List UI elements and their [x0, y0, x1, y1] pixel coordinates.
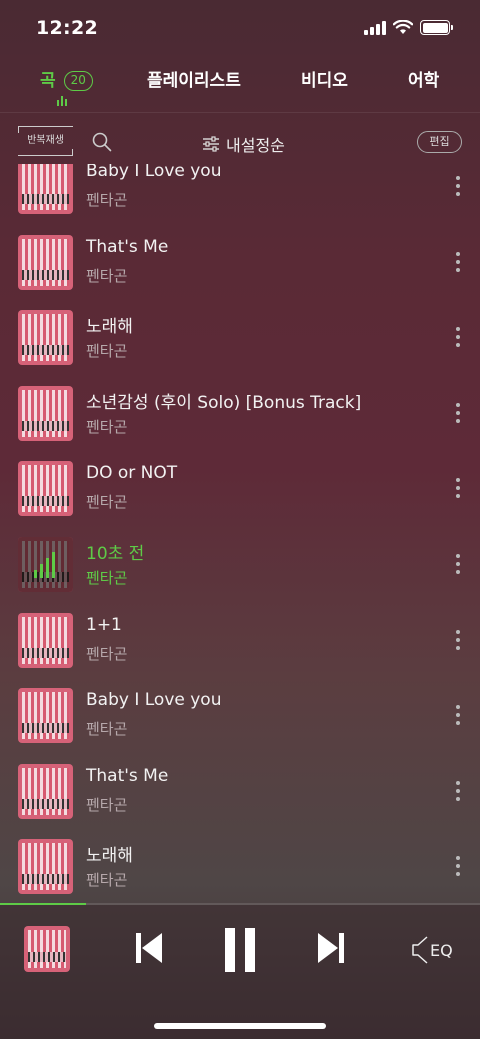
song-artist: 펜타곤	[86, 871, 128, 890]
list-toolbar: 반복재생 내설정순 편집	[0, 122, 480, 164]
song-title: Baby I Love you	[86, 164, 222, 181]
song-row[interactable]: Baby I Love you 펜타곤	[0, 688, 480, 763]
album-artwork	[18, 763, 73, 819]
song-row[interactable]: 노래해펜타곤	[0, 310, 480, 385]
tab-songs-count: 20	[63, 71, 93, 91]
more-icon[interactable]	[456, 705, 460, 726]
sort-label: 내설정순	[226, 136, 285, 155]
edit-button[interactable]: 편집	[417, 131, 462, 153]
signal-icon	[364, 20, 386, 35]
song-artist: 펜타곤	[86, 644, 128, 663]
tab-songs[interactable]: 곡 20	[40, 66, 93, 91]
album-artwork	[18, 839, 73, 895]
status-time: 12:22	[36, 17, 98, 39]
more-icon[interactable]	[456, 327, 460, 348]
more-icon[interactable]	[456, 856, 460, 877]
song-row[interactable]: Baby I Love you 펜타곤	[0, 164, 480, 234]
song-row[interactable]: 1+1 펜타곤	[0, 612, 480, 688]
song-artist: 펜타곤	[86, 795, 128, 814]
mini-player: EQ	[0, 905, 480, 1039]
tab-songs-label: 곡	[40, 71, 56, 91]
song-row[interactable]: 소년감성 (후이 Solo) [Bonus Track] 펜타곤	[0, 385, 480, 461]
album-artwork	[18, 164, 73, 214]
song-title: 10초 전	[86, 544, 145, 564]
sort-button[interactable]: 내설정순	[202, 132, 285, 156]
album-artwork	[18, 612, 73, 668]
repeat-button[interactable]: 반복재생	[18, 126, 73, 156]
home-indicator	[154, 1023, 326, 1029]
prev-icon[interactable]	[134, 928, 164, 968]
song-title: Baby I Love you	[86, 690, 222, 711]
song-artist: 펜타곤	[86, 342, 128, 361]
album-artwork	[18, 537, 73, 592]
tab-videos[interactable]: 비디오	[301, 66, 348, 91]
album-artwork	[18, 234, 73, 290]
song-title: DO or NOT	[86, 463, 178, 484]
battery-icon	[420, 20, 453, 35]
tab-playlists[interactable]: 플레이리스트	[147, 66, 241, 91]
more-icon[interactable]	[456, 402, 460, 423]
active-tab-eq-icon	[57, 96, 67, 106]
status-icons	[364, 20, 453, 35]
song-title: 소년감성 (후이 Solo) [Bonus Track]	[86, 392, 362, 413]
more-icon[interactable]	[456, 629, 460, 650]
eq-label: EQ	[430, 940, 453, 960]
eq-icon	[412, 936, 428, 964]
song-title: 1+1	[86, 614, 122, 635]
album-artwork	[18, 385, 73, 441]
album-artwork	[18, 310, 73, 366]
song-artist: 펜타곤	[86, 720, 128, 739]
song-title: 노래해	[86, 317, 133, 338]
song-title: That's Me	[86, 765, 169, 786]
song-row[interactable]: DO or NOT 펜타곤	[0, 461, 480, 536]
status-bar: 12:22	[0, 0, 480, 56]
now-playing-eq-icon	[34, 552, 55, 578]
search-icon[interactable]	[92, 132, 112, 152]
song-row[interactable]: That's Me 펜타곤	[0, 234, 480, 310]
album-artwork	[18, 688, 73, 744]
sort-icon	[203, 136, 219, 152]
song-artist: 펜타곤	[86, 493, 128, 512]
more-icon[interactable]	[456, 176, 460, 196]
song-title: 노래해	[86, 846, 133, 867]
tab-bar: 곡 20 플레이리스트 비디오 어학	[0, 60, 480, 112]
album-artwork	[18, 461, 73, 517]
more-icon[interactable]	[456, 478, 460, 499]
more-icon[interactable]	[456, 780, 460, 801]
divider	[0, 112, 480, 113]
song-artist: 펜타곤	[86, 417, 128, 436]
song-title: That's Me	[86, 236, 169, 257]
more-icon[interactable]	[456, 554, 460, 574]
song-row[interactable]: 10초 전펜타곤	[0, 537, 480, 612]
eq-button[interactable]: EQ	[412, 935, 453, 965]
song-row[interactable]: 노래해펜타곤	[0, 839, 480, 904]
pause-icon[interactable]	[223, 928, 257, 972]
song-artist: 펜타곤	[86, 266, 128, 285]
now-playing-artwork[interactable]	[24, 926, 70, 972]
more-icon[interactable]	[456, 251, 460, 272]
wifi-icon	[393, 20, 413, 34]
song-list[interactable]: Baby I Love you 펜타곤 That's Me 펜타곤 노래해 펜타곤 소년감성…	[0, 164, 480, 904]
song-artist: 펜타곤	[86, 569, 128, 587]
tab-language[interactable]: 어학	[408, 66, 439, 91]
song-artist: 펜타곤	[86, 191, 128, 209]
song-row[interactable]: That's Me 펜타곤	[0, 763, 480, 839]
next-icon[interactable]	[316, 928, 346, 968]
